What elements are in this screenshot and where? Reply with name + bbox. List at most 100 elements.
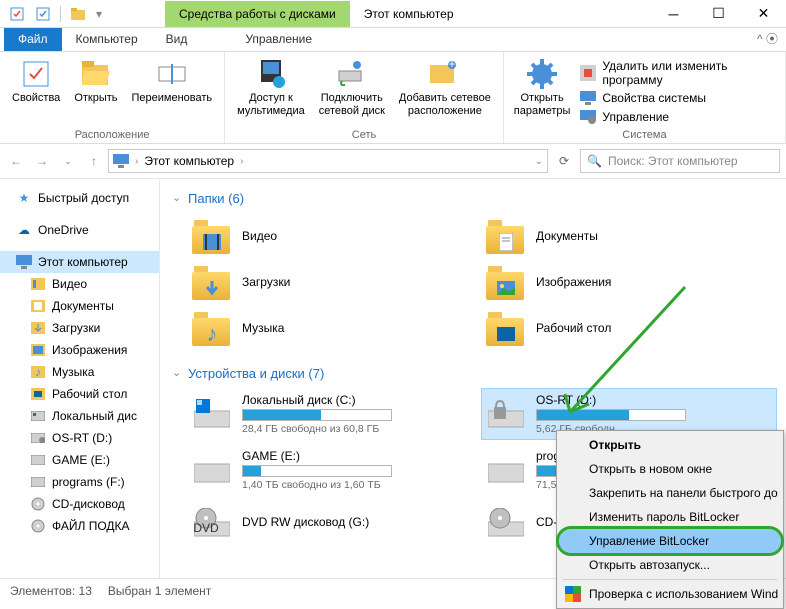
documents-folder-icon (30, 298, 46, 314)
monitor-icon (580, 90, 596, 106)
settings-gear-icon (526, 58, 558, 90)
path-input[interactable]: › Этот компьютер › ⌄ (108, 149, 548, 173)
status-elements-count: Элементов: 13 (10, 584, 92, 598)
monitor-icon (16, 254, 32, 270)
folder-music[interactable]: ♪ Музыка (188, 306, 482, 350)
tree-onedrive[interactable]: ☁ OneDrive (0, 219, 159, 241)
cm-open-autoplay[interactable]: Открыть автозапуск... (559, 553, 781, 577)
picture-icon (496, 278, 516, 298)
cm-open-new-window[interactable]: Открыть в новом окне (559, 457, 781, 481)
path-dropdown-icon[interactable]: ⌄ (535, 156, 543, 167)
search-icon: 🔍 (587, 154, 602, 168)
ribbon-uninstall-button[interactable]: Удалить или изменить программу (576, 58, 779, 88)
drive-game-e[interactable]: GAME (E:) 1,40 ТБ свободно из 1,60 ТБ (188, 445, 482, 495)
network-drive-icon (336, 58, 368, 90)
ribbon-media-access-button[interactable]: Доступ к мультимедиа (231, 54, 311, 129)
drive-local-c[interactable]: Локальный диск (C:) 28,4 ГБ свободно из … (188, 389, 482, 439)
folder-desktop[interactable]: Рабочий стол (482, 306, 776, 350)
tree-this-pc[interactable]: Этот компьютер (0, 251, 159, 273)
minimize-button[interactable]: ─ (651, 2, 696, 26)
drive-icon (192, 452, 232, 488)
qat-properties-icon[interactable] (6, 4, 28, 24)
folder-downloads[interactable]: Загрузки (188, 260, 482, 304)
tree-cd-drive[interactable]: CD-дисковод (0, 493, 159, 515)
qat-properties2-icon[interactable] (32, 4, 54, 24)
tree-local-disk[interactable]: Локальный дис (0, 405, 159, 427)
svg-text:DVD: DVD (194, 521, 219, 535)
maximize-button[interactable]: ☐ (696, 2, 741, 26)
document-icon (496, 232, 516, 252)
close-button[interactable]: ✕ (741, 2, 786, 26)
drive-icon (30, 408, 46, 424)
refresh-button[interactable]: ⟳ (552, 154, 576, 168)
title-context: Средства работы с дисками Этот компьютер (165, 1, 468, 27)
history-dropdown[interactable]: ⌄ (58, 151, 78, 171)
drive-dvdrw-g[interactable]: DVD DVD RW дисковод (G:) (188, 501, 482, 545)
ribbon-manage-button[interactable]: Управление (576, 108, 779, 126)
tab-view[interactable]: Вид (152, 28, 202, 51)
cm-open[interactable]: Открыть (559, 433, 781, 457)
ribbon-rename-button[interactable]: Переименовать (126, 54, 219, 129)
tab-computer[interactable]: Компьютер (62, 28, 152, 51)
tree-music[interactable]: ♪ Музыка (0, 361, 159, 383)
media-icon (255, 58, 287, 90)
downloads-folder-icon (30, 320, 46, 336)
folder-pictures[interactable]: Изображения (482, 260, 776, 304)
qat-dropdown-icon[interactable]: ▾ (93, 4, 105, 24)
shield-icon (565, 586, 581, 602)
dvd-drive-icon: DVD (192, 505, 232, 541)
film-icon (202, 232, 222, 252)
uninstall-icon (580, 65, 596, 81)
ribbon-system-props-button[interactable]: Свойства системы (576, 89, 779, 107)
properties-icon (20, 58, 52, 90)
tree-documents[interactable]: Документы (0, 295, 159, 317)
status-selected-count: Выбран 1 элемент (108, 584, 211, 598)
drives-section-header[interactable]: Устройства и диски (7) (170, 362, 776, 389)
cloud-icon: ☁ (16, 222, 32, 238)
svg-text:♪: ♪ (35, 366, 41, 378)
tree-file-podka[interactable]: ФАЙЛ ПОДКА (0, 515, 159, 537)
ribbon-open-settings-button[interactable]: Открыть параметры (510, 54, 575, 129)
tree-desktop[interactable]: Рабочий стол (0, 383, 159, 405)
add-network-icon: + (429, 58, 461, 90)
tree-downloads[interactable]: Загрузки (0, 317, 159, 339)
ribbon-map-drive-button[interactable]: Подключить сетевой диск (313, 54, 391, 129)
desktop-icon (496, 324, 516, 344)
qat-new-folder-icon[interactable] (67, 4, 89, 24)
monitor-icon (113, 154, 129, 168)
open-folder-icon (80, 58, 112, 90)
desktop-folder-icon (30, 386, 46, 402)
windows-drive-icon (192, 396, 232, 432)
up-button[interactable]: ↑ (84, 151, 104, 171)
tree-quick-access[interactable]: ★ Быстрый доступ (0, 187, 159, 209)
folders-section-header[interactable]: Папки (6) (170, 187, 776, 214)
folder-documents[interactable]: Документы (482, 214, 776, 258)
music-note-icon: ♪ (202, 324, 222, 344)
video-folder-icon (30, 276, 46, 292)
window-controls: ─ ☐ ✕ (651, 2, 786, 26)
ribbon-collapse-icon[interactable]: ^ ⦿ (749, 26, 786, 51)
cm-pin-quick-access[interactable]: Закрепить на панели быстрого до (559, 481, 781, 505)
cm-defender-scan[interactable]: Проверка с использованием Wind (559, 582, 781, 606)
music-folder-icon: ♪ (30, 364, 46, 380)
tab-manage[interactable]: Управление (231, 28, 326, 51)
cm-manage-bitlocker[interactable]: Управление BitLocker (559, 529, 781, 553)
folder-videos[interactable]: Видео (188, 214, 482, 258)
ribbon-group-system: Система (510, 129, 779, 143)
tab-file[interactable]: Файл (4, 28, 62, 51)
cm-change-bitlocker-password[interactable]: Изменить пароль BitLocker (559, 505, 781, 529)
back-button[interactable]: ← (6, 151, 26, 171)
ribbon-open-button[interactable]: Открыть (68, 54, 123, 129)
tree-osrt[interactable]: OS-RT (D:) (0, 427, 159, 449)
window-title: Этот компьютер (350, 1, 468, 27)
tree-game[interactable]: GAME (E:) (0, 449, 159, 471)
tree-pictures[interactable]: Изображения (0, 339, 159, 361)
tree-videos[interactable]: Видео (0, 273, 159, 295)
tree-programs[interactable]: programs (F:) (0, 471, 159, 493)
forward-button[interactable]: → (32, 151, 52, 171)
ribbon-add-network-button[interactable]: + Добавить сетевое расположение (393, 54, 497, 129)
search-input[interactable]: 🔍 Поиск: Этот компьютер (580, 149, 780, 173)
title-bar: ▾ Средства работы с дисками Этот компьют… (0, 0, 786, 28)
ribbon-properties-button[interactable]: Свойства (6, 54, 66, 129)
ribbon-group-network: Сеть (231, 129, 497, 143)
